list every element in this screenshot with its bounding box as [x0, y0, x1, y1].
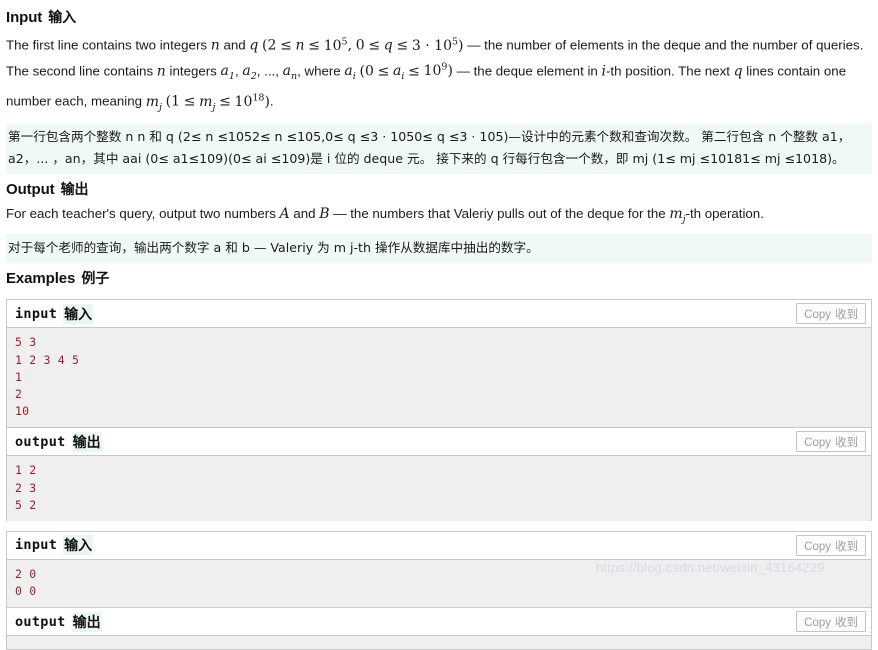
copy-button-label-en: Copy: [804, 309, 831, 322]
output-heading-cn: 输出: [60, 181, 89, 198]
copy-button-label-cn: 收到: [835, 615, 858, 630]
copy-button-label-en: Copy: [804, 617, 831, 630]
example-input-header: input 输入 Copy 收到: [7, 531, 871, 560]
copy-button[interactable]: Copy 收到: [796, 303, 866, 325]
copy-button[interactable]: Copy 收到: [796, 534, 866, 556]
examples-gap: [6, 521, 872, 531]
output-section-heading: Output 输出: [6, 180, 872, 200]
output-statement-english: For each teacher's query, output two num…: [6, 205, 764, 225]
example-input-label-en: input: [15, 537, 58, 554]
example-input-header: input 输入 Copy 收到: [7, 300, 871, 329]
example-output-header: output 输出 Copy 收到: [7, 608, 871, 637]
copy-button-label-en: Copy: [804, 437, 831, 450]
example-input-block: input 输入 Copy 收到 2 0 0 0: [6, 530, 872, 608]
copy-button-label-cn: 收到: [835, 307, 858, 322]
copy-button-label-en: Copy: [804, 540, 831, 553]
example-output-code[interactable]: [7, 636, 871, 650]
input-heading-cn: 输入: [48, 10, 77, 26]
copy-button[interactable]: Copy 收到: [796, 611, 866, 633]
input-statement-translation: 第一行包含两个整数 n n 和 q (2≤ n ≤1052≤ n ≤105,0≤…: [6, 122, 872, 174]
example-output-header: output 输出 Copy 收到: [7, 428, 871, 457]
examples-heading-cn: 例子: [81, 271, 110, 288]
copy-button[interactable]: Copy 收到: [796, 431, 866, 453]
example-output-label-cn: 输出: [71, 431, 102, 452]
example-output-code[interactable]: 1 2 2 3 5 2: [7, 456, 871, 521]
example-input-label-en: input: [15, 305, 58, 322]
copy-button-label-cn: 收到: [835, 538, 858, 553]
examples-heading-en: Examples: [6, 270, 76, 288]
example-input-label-cn: 输入: [63, 303, 94, 324]
output-heading-en: Output: [6, 180, 55, 198]
example-output-label-cn: 输出: [71, 611, 102, 632]
example-output-label-en: output: [15, 613, 66, 630]
example-output-block: output 输出 Copy 收到 1 2 2 3 5 2: [6, 427, 872, 521]
example-input-code[interactable]: 5 3 1 2 3 4 5 1 2 10: [7, 328, 871, 428]
problem-statement-page: Input 输入 The first line contains two int…: [0, 0, 878, 650]
example-input-block: input 输入 Copy 收到 5 3 1 2 3 4 5 1 2 10: [6, 299, 872, 428]
examples-section-heading: Examples 例子: [6, 269, 872, 289]
example-output-block: output 输出 Copy 收到: [6, 607, 872, 650]
input-heading-en: Input: [6, 9, 43, 26]
example-input-code[interactable]: 2 0 0 0: [7, 559, 871, 608]
input-section-heading: Input 输入: [6, 8, 872, 28]
example-input-label-cn: 输入: [63, 535, 94, 556]
example-output-label-en: output: [15, 433, 66, 450]
copy-button-label-cn: 收到: [835, 435, 858, 450]
input-statement-english: The first line contains two integers n a…: [6, 36, 864, 113]
output-statement-translation: 对于每个老师的查询，输出两个数字 a 和 b — Valeriy 为 m j-t…: [6, 234, 872, 264]
examples-container: input 输入 Copy 收到 5 3 1 2 3 4 5 1 2 10 outp…: [6, 299, 872, 650]
